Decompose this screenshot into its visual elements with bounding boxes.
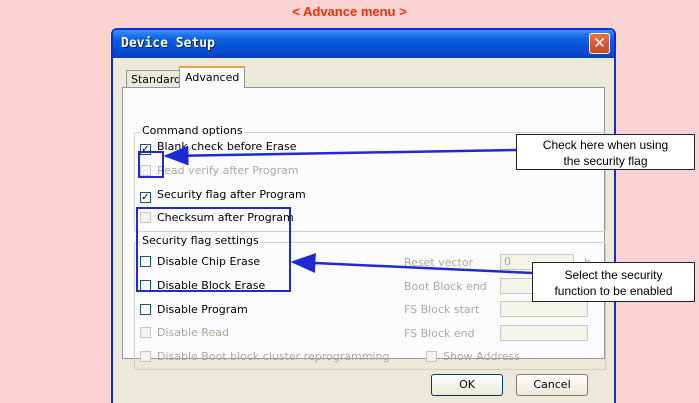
callout-line: function to be enabled (554, 284, 673, 298)
callout-line: the security flag (563, 154, 648, 168)
annotation-arrows (163, 145, 534, 275)
tab-advanced-label: Advanced (185, 71, 240, 84)
callout-line: Check here when using (542, 138, 669, 152)
security-flag-callout: Check here when using the security flag (516, 134, 695, 170)
callout-line: Select the security (564, 268, 663, 282)
tab-advanced[interactable]: Advanced (179, 66, 246, 88)
security-function-callout: Select the security function to be enabl… (532, 262, 695, 302)
arrow-to-security-flag (163, 145, 518, 166)
arrow-to-security-settings (290, 253, 534, 275)
